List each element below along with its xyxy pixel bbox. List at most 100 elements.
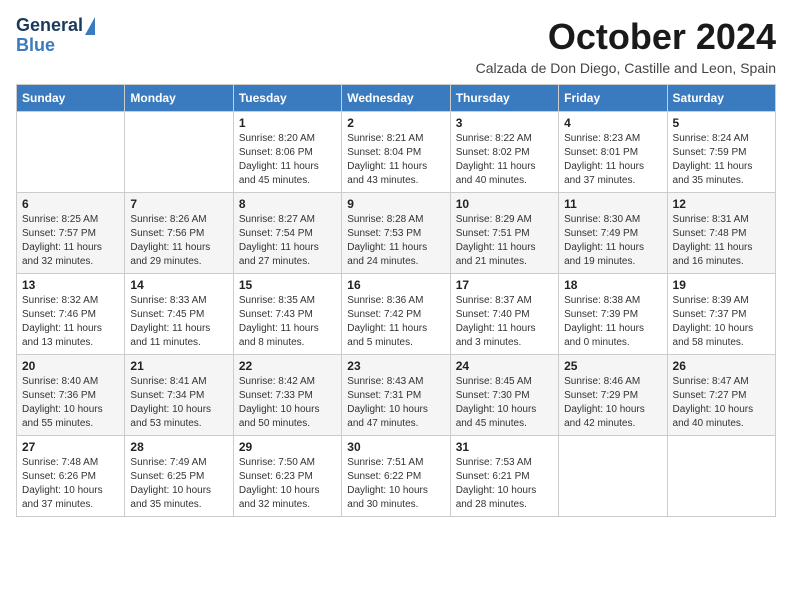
calendar-table: SundayMondayTuesdayWednesdayThursdayFrid…: [16, 84, 776, 517]
calendar-cell: 12Sunrise: 8:31 AM Sunset: 7:48 PM Dayli…: [667, 193, 775, 274]
day-info: Sunrise: 8:35 AM Sunset: 7:43 PM Dayligh…: [239, 294, 336, 350]
day-info: Sunrise: 8:20 AM Sunset: 8:06 PM Dayligh…: [239, 132, 336, 188]
day-number: 15: [239, 278, 336, 292]
day-number: 14: [130, 278, 227, 292]
weekday-header-sunday: Sunday: [17, 85, 125, 112]
day-info: Sunrise: 8:38 AM Sunset: 7:39 PM Dayligh…: [564, 294, 661, 350]
calendar-cell: 11Sunrise: 8:30 AM Sunset: 7:49 PM Dayli…: [559, 193, 667, 274]
day-number: 31: [456, 440, 553, 454]
calendar-cell: 24Sunrise: 8:45 AM Sunset: 7:30 PM Dayli…: [450, 355, 558, 436]
calendar-body: 1 Sunrise: 8:20 AM Sunset: 8:06 PM Daylig…: [17, 112, 776, 517]
day-info: Sunrise: 8:43 AM Sunset: 7:31 PM Dayligh…: [347, 375, 444, 431]
day-number: 29: [239, 440, 336, 454]
weekday-header-saturday: Saturday: [667, 85, 775, 112]
day-info: Sunrise: 8:33 AM Sunset: 7:45 PM Dayligh…: [130, 294, 227, 350]
day-number: 8: [239, 197, 336, 211]
day-info: Sunrise: 8:27 AM Sunset: 7:54 PM Dayligh…: [239, 213, 336, 269]
calendar-cell: 17Sunrise: 8:37 AM Sunset: 7:40 PM Dayli…: [450, 274, 558, 355]
day-info: Sunrise: 8:21 AM Sunset: 8:04 PM Dayligh…: [347, 132, 444, 188]
calendar-cell: 19 Sunrise: 8:39 AM Sunset: 7:37 PM Dayli…: [667, 274, 775, 355]
calendar-cell: 6 Sunrise: 8:25 AM Sunset: 7:57 PM Daylig…: [17, 193, 125, 274]
calendar-cell: 1 Sunrise: 8:20 AM Sunset: 8:06 PM Daylig…: [233, 112, 341, 193]
day-number: 13: [22, 278, 119, 292]
day-number: 27: [22, 440, 119, 454]
day-number: 22: [239, 359, 336, 373]
calendar-cell: 22Sunrise: 8:42 AM Sunset: 7:33 PM Dayli…: [233, 355, 341, 436]
page-header: General Blue October 2024 Calzada de Don…: [16, 16, 776, 76]
calendar-cell: 16Sunrise: 8:36 AM Sunset: 7:42 PM Dayli…: [342, 274, 450, 355]
day-info: Sunrise: 8:26 AM Sunset: 7:56 PM Dayligh…: [130, 213, 227, 269]
calendar-cell: 26 Sunrise: 8:47 AM Sunset: 7:27 PM Dayli…: [667, 355, 775, 436]
day-info: Sunrise: 8:28 AM Sunset: 7:53 PM Dayligh…: [347, 213, 444, 269]
calendar-cell: 29 Sunrise: 7:50 AM Sunset: 6:23 PM Dayli…: [233, 436, 341, 517]
day-info: Sunrise: 8:25 AM Sunset: 7:57 PM Dayligh…: [22, 213, 119, 269]
day-number: 19: [673, 278, 770, 292]
day-number: 18: [564, 278, 661, 292]
day-number: 5: [673, 116, 770, 130]
calendar-cell: 4 Sunrise: 8:23 AM Sunset: 8:01 PM Daylig…: [559, 112, 667, 193]
day-number: 24: [456, 359, 553, 373]
calendar-cell: 9Sunrise: 8:28 AM Sunset: 7:53 PM Daylig…: [342, 193, 450, 274]
day-number: 23: [347, 359, 444, 373]
day-info: Sunrise: 7:53 AM Sunset: 6:21 PM Dayligh…: [456, 456, 553, 512]
calendar-header-row: SundayMondayTuesdayWednesdayThursdayFrid…: [17, 85, 776, 112]
day-number: 26: [673, 359, 770, 373]
day-info: Sunrise: 8:22 AM Sunset: 8:02 PM Dayligh…: [456, 132, 553, 188]
calendar-cell: 10 Sunrise: 8:29 AM Sunset: 7:51 PM Dayli…: [450, 193, 558, 274]
day-info: Sunrise: 8:46 AM Sunset: 7:29 PM Dayligh…: [564, 375, 661, 431]
day-info: Sunrise: 8:36 AM Sunset: 7:42 PM Dayligh…: [347, 294, 444, 350]
day-number: 7: [130, 197, 227, 211]
calendar-cell: 31 Sunrise: 7:53 AM Sunset: 6:21 PM Dayli…: [450, 436, 558, 517]
calendar-cell: 15 Sunrise: 8:35 AM Sunset: 7:43 PM Dayli…: [233, 274, 341, 355]
day-info: Sunrise: 8:47 AM Sunset: 7:27 PM Dayligh…: [673, 375, 770, 431]
day-info: Sunrise: 8:24 AM Sunset: 7:59 PM Dayligh…: [673, 132, 770, 188]
calendar-cell: 30Sunrise: 7:51 AM Sunset: 6:22 PM Dayli…: [342, 436, 450, 517]
calendar-cell: 14 Sunrise: 8:33 AM Sunset: 7:45 PM Dayli…: [125, 274, 233, 355]
calendar-cell: 25 Sunrise: 8:46 AM Sunset: 7:29 PM Dayli…: [559, 355, 667, 436]
location-title: Calzada de Don Diego, Castille and Leon,…: [476, 60, 776, 76]
day-info: Sunrise: 8:29 AM Sunset: 7:51 PM Dayligh…: [456, 213, 553, 269]
calendar-cell: 5 Sunrise: 8:24 AM Sunset: 7:59 PM Daylig…: [667, 112, 775, 193]
calendar-cell: 2 Sunrise: 8:21 AM Sunset: 8:04 PM Daylig…: [342, 112, 450, 193]
day-info: Sunrise: 7:50 AM Sunset: 6:23 PM Dayligh…: [239, 456, 336, 512]
calendar-cell: [667, 436, 775, 517]
day-info: Sunrise: 7:48 AM Sunset: 6:26 PM Dayligh…: [22, 456, 119, 512]
weekday-header-monday: Monday: [125, 85, 233, 112]
calendar-cell: 3Sunrise: 8:22 AM Sunset: 8:02 PM Daylig…: [450, 112, 558, 193]
day-info: Sunrise: 8:31 AM Sunset: 7:48 PM Dayligh…: [673, 213, 770, 269]
day-info: Sunrise: 7:49 AM Sunset: 6:25 PM Dayligh…: [130, 456, 227, 512]
day-number: 1: [239, 116, 336, 130]
calendar-cell: 20Sunrise: 8:40 AM Sunset: 7:36 PM Dayli…: [17, 355, 125, 436]
day-info: Sunrise: 8:39 AM Sunset: 7:37 PM Dayligh…: [673, 294, 770, 350]
calendar-cell: [559, 436, 667, 517]
calendar-cell: [125, 112, 233, 193]
month-title: October 2024: [476, 16, 776, 58]
logo-blue: Blue: [16, 36, 55, 56]
weekday-header-thursday: Thursday: [450, 85, 558, 112]
logo: General Blue: [16, 16, 95, 56]
calendar-week-1: 1 Sunrise: 8:20 AM Sunset: 8:06 PM Daylig…: [17, 112, 776, 193]
day-number: 6: [22, 197, 119, 211]
day-number: 4: [564, 116, 661, 130]
day-number: 2: [347, 116, 444, 130]
day-info: Sunrise: 7:51 AM Sunset: 6:22 PM Dayligh…: [347, 456, 444, 512]
day-info: Sunrise: 8:23 AM Sunset: 8:01 PM Dayligh…: [564, 132, 661, 188]
day-info: Sunrise: 8:37 AM Sunset: 7:40 PM Dayligh…: [456, 294, 553, 350]
day-number: 11: [564, 197, 661, 211]
day-number: 10: [456, 197, 553, 211]
calendar-cell: 13 Sunrise: 8:32 AM Sunset: 7:46 PM Dayli…: [17, 274, 125, 355]
calendar-cell: 23 Sunrise: 8:43 AM Sunset: 7:31 PM Dayli…: [342, 355, 450, 436]
calendar-cell: 18 Sunrise: 8:38 AM Sunset: 7:39 PM Dayli…: [559, 274, 667, 355]
day-number: 25: [564, 359, 661, 373]
day-number: 21: [130, 359, 227, 373]
calendar-cell: 7 Sunrise: 8:26 AM Sunset: 7:56 PM Daylig…: [125, 193, 233, 274]
weekday-header-friday: Friday: [559, 85, 667, 112]
day-number: 20: [22, 359, 119, 373]
calendar-week-2: 6 Sunrise: 8:25 AM Sunset: 7:57 PM Daylig…: [17, 193, 776, 274]
day-number: 28: [130, 440, 227, 454]
calendar-cell: 21Sunrise: 8:41 AM Sunset: 7:34 PM Dayli…: [125, 355, 233, 436]
logo-icon: [85, 17, 95, 35]
day-info: Sunrise: 8:32 AM Sunset: 7:46 PM Dayligh…: [22, 294, 119, 350]
calendar-cell: [17, 112, 125, 193]
calendar-week-5: 27 Sunrise: 7:48 AM Sunset: 6:26 PM Dayli…: [17, 436, 776, 517]
